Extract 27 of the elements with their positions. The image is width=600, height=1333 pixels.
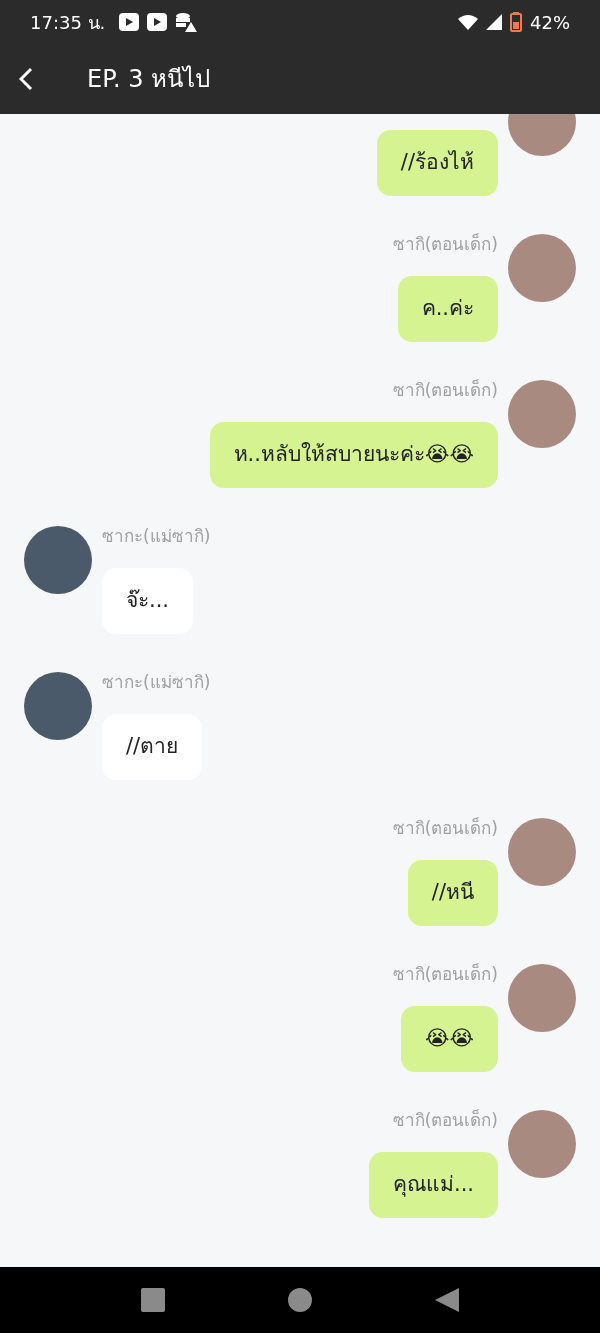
- sender-name: ซากิ(ตอนเด็ก): [392, 380, 498, 400]
- message-bubble: //ตาย: [102, 714, 203, 780]
- sender-name: ซากิ(ตอนเด็ก): [392, 964, 498, 984]
- recents-button[interactable]: [141, 1288, 166, 1312]
- message-bubble: คุณแม่...: [368, 1152, 498, 1218]
- message-bubble: 😭😭: [400, 1006, 498, 1072]
- sender-name: ซากะ(แม่ซากิ): [102, 526, 211, 546]
- play-app-icon: [119, 13, 140, 31]
- sender-name: ซากิ(ตอนเด็ก): [392, 1110, 498, 1130]
- database-warning-icon: [175, 12, 198, 32]
- sender-name: ซากิ(ตอนเด็ก): [392, 234, 498, 254]
- message-bubble: //หนี: [407, 860, 498, 926]
- battery-icon: [510, 12, 522, 32]
- signal-icon: [486, 14, 502, 30]
- message-bubble: ค..ค่ะ: [397, 276, 498, 342]
- back-nav-button[interactable]: [434, 1288, 459, 1312]
- message-bubble: จ๊ะ...: [102, 568, 194, 634]
- play-app-icon: [147, 13, 168, 31]
- message-bubble: //ร้องไห้: [376, 130, 498, 196]
- home-button[interactable]: [288, 1288, 312, 1312]
- wifi-icon: [458, 14, 478, 30]
- sender-name: ซากิ(ตอนเด็ก): [392, 818, 498, 838]
- chapter-title: EP. 3 หนีไป: [87, 64, 211, 95]
- message-bubble: ห..หลับให้สบายนะค่ะ😭😭: [209, 422, 498, 488]
- sender-name: ซากะ(แม่ซากิ): [102, 672, 211, 692]
- battery-percent: 42%: [530, 10, 570, 35]
- status-time: 17:35 น.: [30, 10, 106, 35]
